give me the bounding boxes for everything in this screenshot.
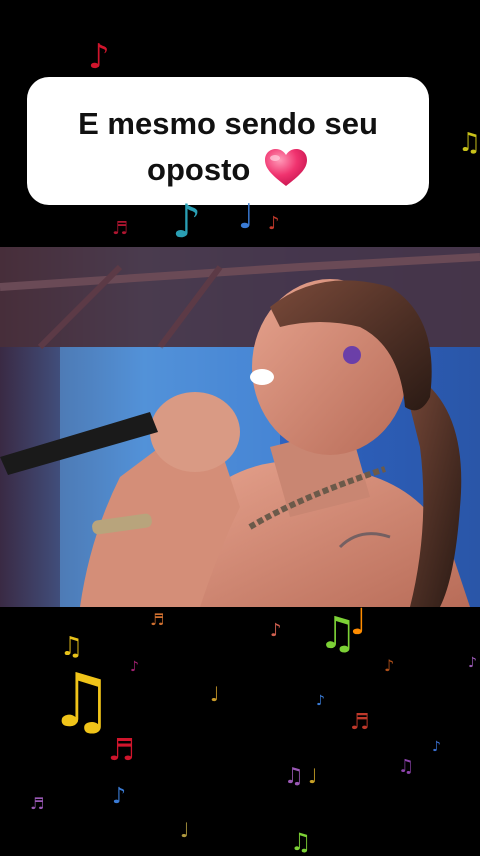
music-note-icon: ♬ (350, 710, 370, 735)
music-note-icon: ♫ (284, 764, 304, 789)
music-note-icon: ♬ (30, 794, 45, 813)
music-note-icon: ♫ (458, 128, 480, 158)
music-note-icon: ♪ (432, 739, 441, 755)
music-note-icon: ♪ (88, 37, 110, 77)
music-note-icon: ♪ (270, 620, 282, 641)
music-note-icon: ♬ (108, 733, 135, 768)
music-note-icon: ♫ (60, 632, 84, 662)
music-note-icon: ♬ (112, 218, 129, 239)
music-note-icon: ♫ (48, 658, 115, 744)
video-frame[interactable] (0, 247, 480, 607)
music-note-icon: ♪ (172, 194, 202, 248)
caption-line-2: oposto (147, 152, 251, 187)
caption-line-2-wrap: oposto (27, 147, 429, 193)
heart-icon (264, 149, 307, 186)
music-note-icon: ♩ (210, 682, 220, 706)
caption-text: E mesmo sendo seu oposto (27, 101, 429, 193)
music-note-icon: ♬ (150, 610, 165, 629)
music-note-icon: ♩ (180, 818, 190, 842)
music-note-icon: ♩ (238, 197, 255, 237)
music-note-icon: ♪ (130, 659, 139, 675)
music-note-icon: ♩ (308, 764, 318, 788)
music-note-icon: ♪ (384, 656, 395, 675)
music-note-icon: ♫ (290, 828, 312, 856)
music-note-icon: ♪ (316, 693, 325, 709)
music-note-icon: ♪ (268, 213, 280, 234)
music-note-icon: ♫ (398, 756, 415, 777)
caption-box: E mesmo sendo seu oposto (27, 77, 429, 205)
music-note-icon: ♩ (350, 602, 367, 643)
caption-line-1: E mesmo sendo seu (78, 106, 378, 141)
music-note-icon: ♪ (112, 784, 127, 809)
music-note-icon: ♪ (468, 655, 477, 671)
